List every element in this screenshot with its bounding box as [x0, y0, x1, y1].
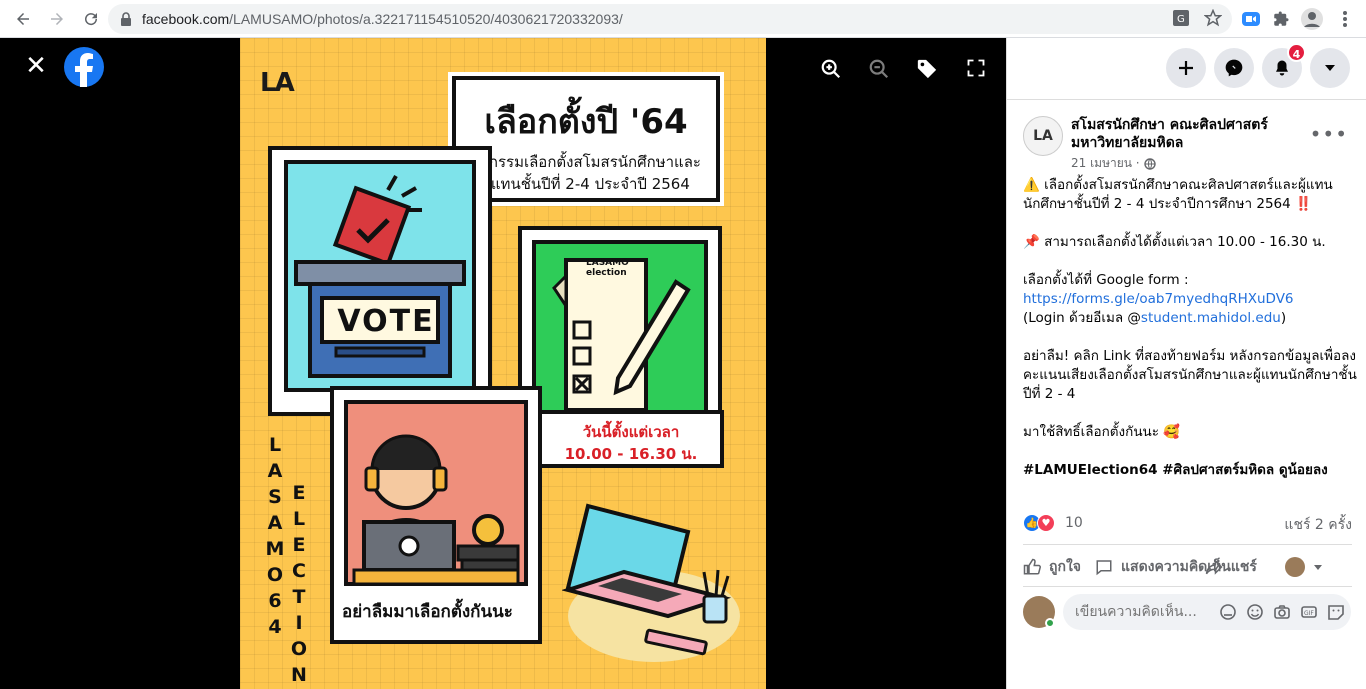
poster-subtitle-line2: ผู้แทนชั้นปีที่ 2-4 ประจำปี 2564 — [482, 175, 690, 193]
back-icon[interactable] — [8, 4, 38, 34]
comment-tools: GIF — [1219, 603, 1345, 621]
love-reaction-icon: ♥ — [1037, 514, 1055, 532]
divider — [1023, 586, 1352, 587]
share-button[interactable]: แชร์ — [1205, 556, 1257, 578]
post-actions: ถูกใจ แสดงความคิดเห็น แชร์ — [1023, 552, 1359, 582]
post-paragraph: 📌 สามารถเลือกตั้งได้ตั้งแต่เวลา 10.00 - … — [1023, 234, 1326, 250]
camera-icon[interactable] — [1273, 603, 1291, 621]
url-path: /LAMUSAMO/photos/a.322171154510520/40306… — [229, 11, 623, 27]
fullscreen-icon[interactable] — [966, 58, 986, 82]
post-as-selector[interactable] — [1284, 557, 1323, 577]
gif-icon[interactable]: GIF — [1300, 603, 1318, 621]
person-frame: อย่าลืมมาเลือกตั้งกันนะ — [330, 386, 542, 644]
reload-icon[interactable] — [76, 4, 106, 34]
poster-vertical-left: LASAMO64 — [265, 434, 285, 638]
student-email-link[interactable]: student.mahidol.edu — [1141, 310, 1281, 326]
poster-reminder: อย่าลืมมาเลือกตั้งกันนะ — [342, 602, 513, 622]
ballot-box-illustration — [294, 175, 466, 378]
share-icon — [1205, 559, 1223, 575]
google-form-link[interactable]: https://forms.gle/oab7myedhqRHXuDV6 — [1023, 291, 1294, 307]
post-side-panel: 4 LA สโมสรนักศึกษา คณะศิลปศาสตร์ มหาวิทย… — [1006, 38, 1366, 689]
comment-icon — [1096, 560, 1112, 576]
divider — [1023, 544, 1352, 545]
chevron-down-icon — [1313, 565, 1322, 570]
post-paragraph: อย่าลืม! คลิก Link ที่สองท้ายฟอร์ม หลังก… — [1023, 348, 1357, 402]
url-text[interactable]: facebook.com/LAMUSAMO/photos/a.322171154… — [142, 11, 623, 27]
browser-toolbar: facebook.com/LAMUSAMO/photos/a.322171154… — [0, 0, 1366, 38]
post-paragraph: ⚠️ เลือกตั้งสโมสรนักศึกษาคณะศิลปศาสตร์แล… — [1023, 177, 1333, 212]
comment-composer: GIF — [1023, 594, 1359, 630]
poster-time-box: วันนี้ตั้งแต่เวลา 10.00 - 16.30 น. — [538, 410, 724, 468]
thumbs-up-icon — [1023, 558, 1041, 575]
like-label: ถูกใจ — [1049, 559, 1081, 575]
ballot-label: LASAMO election — [586, 258, 629, 278]
reaction-summary[interactable]: 👍 ♥ 10 — [1023, 514, 1083, 532]
student-illustration — [352, 434, 520, 586]
laptop-illustration — [562, 503, 740, 662]
menu-icon[interactable] — [1330, 4, 1360, 34]
notifications-button[interactable]: 4 — [1262, 43, 1306, 88]
election-poster-image: LA เลือกตั้งปี '64 กิจกรรมเลือกตั้งสโมสร… — [240, 38, 766, 689]
page-avatar[interactable]: LA — [1023, 116, 1063, 156]
address-bar[interactable]: facebook.com/LAMUSAMO/photos/a.322171154… — [108, 4, 1232, 34]
share-count[interactable]: แชร์ 2 ครั้ง — [1284, 514, 1352, 536]
divider — [1007, 99, 1366, 100]
post-paragraph: มาใช้สิทธิ์เลือกตั้งกันนะ 🥰 — [1023, 424, 1181, 440]
globe-icon — [1143, 157, 1156, 170]
messenger-button[interactable] — [1214, 48, 1254, 88]
post-hashtags[interactable]: #LAMUElection64 #ศิลปศาสตร์มหิดล ดูน้อยล… — [1023, 461, 1357, 480]
poster-title-box: เลือกตั้งปี '64 กิจกรรมเลือกตั้งสโมสรนัก… — [452, 76, 720, 202]
chevron-down-icon — [1325, 65, 1335, 71]
facebook-logo-icon[interactable] — [64, 47, 104, 87]
avatar-sticker-icon[interactable] — [1219, 603, 1237, 621]
forward-icon[interactable] — [42, 4, 72, 34]
login-suffix: ) — [1280, 310, 1287, 326]
svg-text:G: G — [1177, 14, 1185, 25]
url-host: facebook.com — [142, 11, 230, 27]
messenger-icon — [1225, 59, 1243, 77]
sticker-icon[interactable] — [1327, 603, 1345, 621]
poster-time-line2: 10.00 - 16.30 น. — [564, 445, 698, 463]
more-options-icon[interactable]: ••• — [1310, 122, 1348, 146]
login-prefix: (Login ด้วยอีเมล @ — [1023, 310, 1141, 326]
top-actions: 4 — [1166, 43, 1350, 88]
poster-subtitle-line1: กิจกรรมเลือกตั้งสโมสรนักศึกษาและ — [471, 153, 701, 171]
star-icon[interactable] — [1204, 9, 1222, 27]
like-button[interactable]: ถูกใจ — [1023, 556, 1081, 578]
page-name[interactable]: สโมสรนักศึกษา คณะศิลปศาสตร์ มหาวิทยาลัยม… — [1071, 116, 1311, 152]
poster-time-line1: วันนี้ตั้งแต่เวลา — [582, 423, 680, 441]
translate-icon[interactable]: G — [1172, 9, 1190, 27]
zoom-out-icon[interactable] — [868, 58, 890, 84]
plus-icon — [1179, 61, 1193, 75]
extensions-icon[interactable] — [1266, 4, 1296, 34]
poster-vertical-right: ELECTION — [290, 482, 308, 686]
post-meta: 21 เมษายน · — [1071, 154, 1156, 173]
share-label: แชร์ — [1230, 559, 1257, 575]
zoom-extension-icon[interactable] — [1236, 4, 1266, 34]
online-status-icon — [1045, 618, 1055, 628]
lock-icon[interactable] — [120, 12, 132, 26]
vote-box-frame: VOTE — [268, 146, 492, 416]
emoji-icon[interactable] — [1246, 603, 1264, 621]
form-label: เลือกตั้งได้ที่ Google form : — [1023, 272, 1189, 288]
post-date[interactable]: 21 เมษายน · — [1071, 154, 1140, 173]
bell-icon — [1276, 60, 1288, 76]
reaction-count[interactable]: 10 — [1065, 515, 1083, 531]
account-menu-button[interactable] — [1310, 48, 1350, 88]
vote-sign: VOTE — [337, 304, 435, 339]
post-text: ⚠️ เลือกตั้งสโมสรนักศึกษาคณะศิลปศาสตร์แล… — [1023, 176, 1357, 499]
notification-badge: 4 — [1287, 43, 1306, 62]
post-form-block: เลือกตั้งได้ที่ Google form : https://fo… — [1023, 271, 1357, 328]
photo-viewer: ✕ LA เลือกตั้งปี '64 กิจกรรมเลือกตั้งสโม… — [0, 38, 1006, 689]
close-icon[interactable]: ✕ — [22, 52, 50, 80]
zoom-in-icon[interactable] — [820, 58, 842, 84]
create-button[interactable] — [1166, 48, 1206, 88]
svg-text:GIF: GIF — [1304, 610, 1314, 617]
selector-avatar — [1284, 557, 1305, 577]
profile-icon[interactable] — [1297, 4, 1327, 34]
ballot-frame: LASAMO election — [518, 226, 722, 438]
poster-title: เลือกตั้งปี '64 — [484, 102, 688, 142]
poster-logo: LA — [260, 68, 295, 98]
tag-icon[interactable] — [916, 58, 938, 84]
